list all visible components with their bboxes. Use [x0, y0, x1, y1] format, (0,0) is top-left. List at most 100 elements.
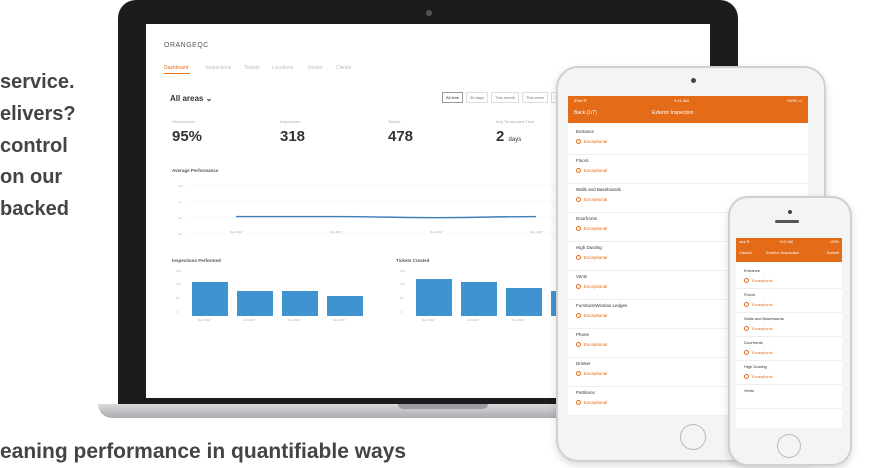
bar-sep-2017 [192, 282, 228, 316]
inspection-item-rating[interactable]: Exceptional [576, 400, 607, 405]
inspection-item-rating-text: Exceptional [584, 226, 608, 231]
list-divider [568, 183, 808, 184]
list-divider [568, 154, 808, 155]
list-divider [736, 288, 842, 289]
phone-status-left: ●●● ☰ [739, 240, 750, 244]
inspection-item-label: High Dusting [744, 364, 767, 369]
avg-xtick: Dec 2017 [530, 230, 543, 234]
inspection-item-rating[interactable]: Exceptional [744, 374, 773, 379]
inspection-item-rating-text: Exceptional [584, 139, 608, 144]
insp-ytick: 0 [176, 310, 178, 314]
phone-home-button[interactable] [777, 434, 801, 458]
inspection-item-rating[interactable]: Exceptional [576, 313, 607, 318]
inspection-item-rating-text: Exceptional [584, 371, 608, 376]
copy-line-5: backed [0, 198, 69, 220]
phone-cancel-button[interactable]: Cancel [739, 250, 751, 255]
inspection-item-rating[interactable]: Exceptional [744, 278, 773, 283]
inspection-item-rating-text: Exceptional [584, 255, 608, 260]
inspection-item-rating[interactable]: Exceptional [576, 284, 607, 289]
bar-oct-2017 [237, 291, 273, 316]
check-circle-icon [576, 342, 581, 347]
inspection-item-rating-text: Exceptional [584, 313, 608, 318]
insp-ytick: 150 [176, 269, 182, 273]
tablet-home-button[interactable] [680, 424, 706, 450]
inspection-item-rating[interactable]: Exceptional [576, 226, 607, 231]
copy-line-2: elivers? [0, 103, 76, 125]
insp-ytick: 50 [176, 296, 180, 300]
phone-status-time: 9:41 AM [780, 240, 793, 244]
inspection-item-rating-text: Exceptional [752, 302, 773, 307]
inspection-item-label: Vents [576, 274, 588, 279]
inspection-item-label: High Dusting [576, 245, 602, 250]
inspections-chart-title: Inspections Performed [172, 258, 221, 263]
phone-submit-button[interactable]: Submit [827, 250, 839, 255]
inspection-item-label: Vents [744, 388, 755, 393]
insp-ytick: 100 [176, 282, 182, 286]
inspection-item-label: Partitions [576, 390, 595, 395]
tablet-screen-title: Exterior Inspection [652, 110, 694, 116]
inspection-item-label: Furniture/Window Ledges [576, 303, 628, 308]
list-divider [736, 312, 842, 313]
inspection-item-label: Phone [576, 332, 590, 337]
inspection-item-label: Floors [744, 292, 756, 297]
check-circle-icon [576, 197, 581, 202]
insp-xtick: Sep 2017 [198, 318, 211, 322]
tablet-status-battery: 100% ▭ [786, 98, 802, 103]
inspection-item-rating-text: Exceptional [752, 278, 773, 283]
check-circle-icon [576, 371, 581, 376]
avg-xtick: Oct 2017 [330, 230, 343, 234]
inspection-item-rating-text: Exceptional [584, 400, 608, 405]
inspection-item-rating-text: Exceptional [584, 342, 608, 347]
phone-screen-title: Exterior Inspection [766, 250, 800, 255]
tablet-app-bar: iPad ☰ 9:41 AM 100% ▭ Back (1/7) Exterio… [568, 96, 808, 123]
inspection-item-rating[interactable]: Exceptional [576, 342, 607, 347]
insp-xtick: Dec 2017 [333, 318, 346, 322]
inspection-item-rating[interactable]: Exceptional [576, 168, 607, 173]
tick-ytick: 0 [400, 310, 402, 314]
inspection-item-rating[interactable]: Exceptional [576, 139, 607, 144]
check-circle-icon [576, 226, 581, 231]
insp-xtick: Nov 2017 [288, 318, 301, 322]
insp-xtick: Oct 2017 [243, 318, 256, 322]
inspection-item-rating[interactable]: Exceptional [576, 255, 607, 260]
tablet-back-button[interactable]: Back (1/7) [574, 110, 597, 116]
check-circle-icon [576, 313, 581, 318]
tickets-chart-title: Tickets Created [396, 258, 430, 263]
tick-ytick: 50 [400, 296, 404, 300]
phone-status-battery: 100% [830, 240, 839, 244]
camera-icon [426, 10, 432, 16]
tick-ytick: 100 [400, 282, 406, 286]
bar-sep-2017 [416, 279, 452, 316]
inspection-item-rating-text: Exceptional [752, 326, 773, 331]
inspection-item-rating[interactable]: Exceptional [576, 197, 607, 202]
speaker-icon [775, 220, 799, 223]
tick-xtick: Sep 2017 [422, 318, 435, 322]
inspection-item-rating-text: Exceptional [584, 168, 608, 173]
bar-oct-2017 [461, 282, 497, 316]
inspection-item-label: Entrance [576, 129, 595, 134]
list-divider [736, 408, 842, 409]
tick-ytick: 150 [400, 269, 406, 273]
check-circle-icon [576, 400, 581, 405]
inspection-item-label: Walls and Baseboards [744, 316, 784, 321]
copy-line-3: control [0, 135, 68, 157]
laptop-notch [398, 404, 488, 409]
check-circle-icon [576, 139, 581, 144]
inspection-item-rating-text: Exceptional [752, 350, 773, 355]
check-circle-icon [744, 302, 749, 307]
check-circle-icon [744, 350, 749, 355]
check-circle-icon [744, 278, 749, 283]
phone-app-bar: ●●● ☰ 9:41 AM 100% Cancel Exterior Inspe… [736, 238, 842, 262]
inspection-item-rating-text: Exceptional [752, 374, 773, 379]
tick-xtick: Oct 2017 [467, 318, 480, 322]
tick-xtick: Nov 2017 [512, 318, 525, 322]
inspection-item-label: Doorfronts [744, 340, 763, 345]
inspection-item-rating-text: Exceptional [584, 284, 608, 289]
inspection-item-rating[interactable]: Exceptional [744, 302, 773, 307]
camera-icon [788, 210, 792, 214]
inspection-item-rating[interactable]: Exceptional [576, 371, 607, 376]
inspection-item-label: Doorfronts [576, 216, 598, 221]
inspection-item-rating[interactable]: Exceptional [744, 350, 773, 355]
list-divider [736, 384, 842, 385]
inspection-item-rating[interactable]: Exceptional [744, 326, 773, 331]
